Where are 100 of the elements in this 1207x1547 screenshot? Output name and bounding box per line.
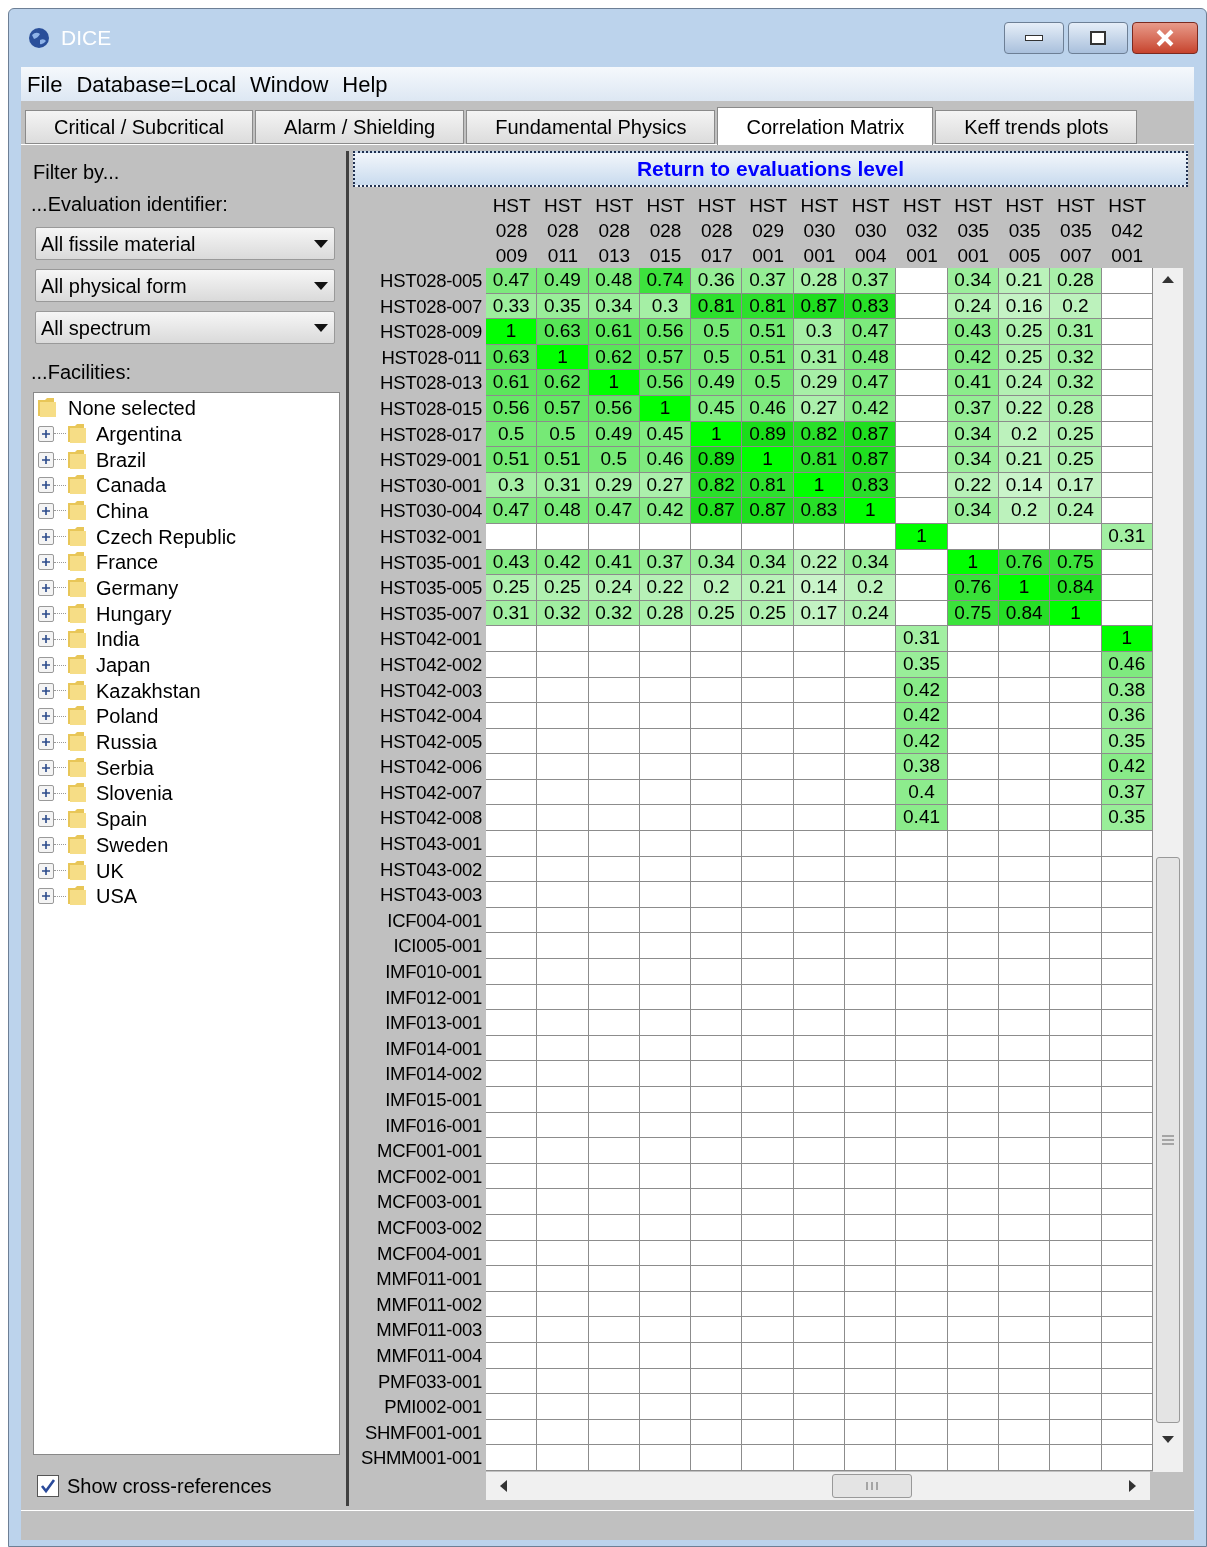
tab[interactable]: Keff trends plots [935,110,1138,144]
column-header: HST 035 007 [1055,194,1096,268]
minimize-button[interactable] [1004,22,1064,54]
expand-icon[interactable] [38,785,54,802]
column-header: HST 032 001 [902,194,942,268]
expand-icon[interactable] [38,579,54,596]
return-button[interactable]: Return to evaluations level [353,151,1188,187]
menu-item[interactable]: Help [342,67,388,101]
table-cell: 0.3 [486,472,538,499]
table-cell: 0.28 [1050,395,1102,422]
sign-drawing [41,505,51,516]
tab[interactable]: Alarm / Shielding [255,110,465,144]
folder-icon [66,755,88,780]
vertical-scrollbar[interactable] [1153,268,1183,1472]
table-cell: 0.43 [486,549,538,576]
scroll-up-icon[interactable] [1161,274,1175,284]
scroll-left-icon[interactable] [498,1479,508,1493]
scroll-down-icon[interactable] [1161,1435,1175,1445]
column-header: HST 028 015 [645,194,686,268]
table-cell: 0.28 [1050,268,1102,294]
column-header: HST 028 009 [491,194,532,268]
expand-icon[interactable] [38,477,54,494]
expand-icon[interactable] [38,759,54,776]
folder-icon [66,858,88,883]
dropdown[interactable]: All fissile material [35,227,335,260]
expand-icon[interactable] [38,425,54,442]
table-cell: 0.41 [896,805,948,832]
table-cell: 0.87 [845,421,897,448]
expand-icon[interactable] [38,502,54,519]
table-cell: 0.33 [486,293,538,320]
table-cell: 0.2 [691,575,743,601]
sign-drawing [41,557,51,568]
table-cell: 0.3 [793,319,846,345]
expand-icon[interactable] [38,451,54,468]
expand-icon[interactable] [38,631,54,648]
menu-item[interactable]: File [27,67,63,101]
table-cell: 0.83 [793,498,846,524]
expand-icon[interactable] [38,862,54,879]
sign-drawing [41,788,51,799]
folder-icon [66,601,88,626]
facilities-label: ...Facilities: [30,360,133,385]
table-cell: 0.81 [742,472,794,499]
expand-icon[interactable] [38,836,54,853]
table-cell: 0.51 [742,319,794,345]
scroll-thumb[interactable] [1156,857,1180,1423]
table-cell: 0.25 [1050,447,1102,473]
sign-drawing [41,762,51,773]
table-cell: 0.36 [1101,703,1153,729]
table-cell: 0.31 [537,472,589,499]
table-cell: 0.48 [537,498,589,524]
table-cell: 0.74 [639,268,692,294]
expand-icon[interactable] [38,605,54,622]
identifier-label: ...Evaluation identifier: [30,192,229,217]
table-cell: 0.25 [691,600,743,627]
expand-icon[interactable] [38,888,54,905]
table-cell: 0.47 [845,319,897,345]
table-cell: 0.34 [691,549,743,576]
expand-icon[interactable] [38,734,54,751]
maximize-button[interactable] [1068,22,1128,54]
dropdown[interactable]: All physical form [35,269,335,302]
sign-drawing [41,865,51,876]
close-button[interactable] [1132,22,1198,54]
table-cell: 0.81 [691,293,743,320]
tab[interactable]: Critical / Subcritical [25,110,254,144]
expand-icon[interactable] [38,682,54,699]
folder-icon [66,832,88,857]
table-cell: 0.31 [896,626,948,652]
table-cell: 1 [1050,600,1102,627]
column-header: HST 035 001 [953,194,994,268]
table-cell: 0.51 [486,447,538,473]
folder-icon [66,447,88,472]
table-cell: 0.25 [486,575,538,601]
table-cell: 0.62 [537,370,589,396]
scroll-right-icon[interactable] [1128,1479,1138,1493]
scroll-thumb[interactable] [832,1474,912,1498]
table-cell: 1 [845,498,897,524]
dropdown[interactable]: All spectrum [35,311,335,344]
table-cell: 0.24 [1050,498,1102,524]
cross-references-checkbox[interactable]: Show cross-references [37,1471,340,1501]
table-cell: 1 [486,319,538,345]
expand-icon[interactable] [38,554,54,571]
table-cell: 0.34 [742,549,794,576]
expand-icon[interactable] [38,708,54,725]
table-cell: 0.42 [896,677,948,704]
expand-icon[interactable] [38,528,54,545]
column-header: HST 029 001 [748,194,789,268]
table-cell: 0.45 [691,395,743,422]
tab[interactable]: Fundamental Physics [466,110,716,144]
column-header: HST 028 013 [594,194,635,268]
sign-drawing [41,839,51,850]
table-cell: 0.83 [845,472,897,499]
menu-item[interactable]: Window [250,67,329,101]
table-cell: 0.5 [691,344,743,371]
check-icon [39,1477,57,1495]
horizontal-scrollbar[interactable] [486,1472,1150,1500]
menu-item[interactable]: Database=Local [76,67,237,101]
table-cell: 0.36 [691,268,743,294]
expand-icon[interactable] [38,657,54,674]
tab[interactable]: Correlation Matrix [717,107,934,145]
expand-icon[interactable] [38,811,54,828]
